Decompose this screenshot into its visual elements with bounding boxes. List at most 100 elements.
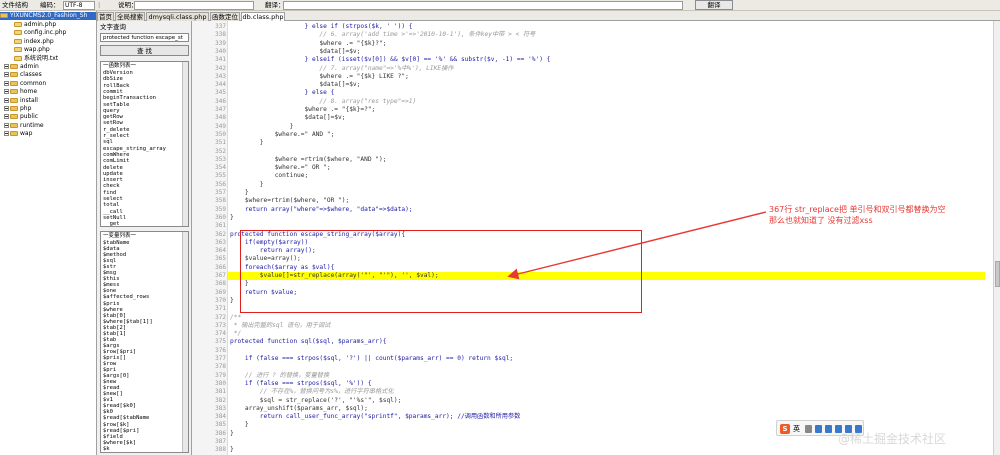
code-line[interactable]: } — [230, 189, 249, 197]
code-line[interactable]: // 8. array("res type"=>1) — [230, 98, 416, 106]
tree-folder-item[interactable]: install — [4, 97, 38, 105]
code-line[interactable]: protected function sql($sql, $params_arr… — [230, 338, 386, 346]
expand-icon[interactable] — [4, 106, 9, 111]
expand-icon[interactable] — [4, 89, 9, 95]
editor-scrollbar[interactable] — [993, 21, 1000, 455]
code-line[interactable]: } — [230, 421, 249, 429]
tree-folder-item[interactable]: common — [4, 80, 46, 88]
code-line[interactable]: $data[]=$v; — [230, 114, 346, 122]
code-line[interactable]: $where =rtrim($where, "AND "); — [230, 156, 387, 164]
code-line[interactable]: return array("where"=>$where, "data"=>$d… — [230, 206, 413, 214]
code-line[interactable]: // 7. array("name"=>'%中%'), LIKE操作 — [230, 65, 453, 73]
variable-list[interactable]: 一变量列表一 $tabName $data $method $sql $str $msg $t… — [100, 231, 189, 453]
line-number: 363 — [215, 238, 226, 246]
folder-icon — [10, 64, 18, 69]
line-number: 344 — [215, 81, 226, 89]
code-line[interactable]: } elseif (isset($v[0]) && $v[0] == '%' &… — [230, 56, 551, 64]
code-line[interactable]: * 输出完整的sql 语句，用于调试 — [230, 322, 331, 330]
function-list-scrollbar[interactable] — [182, 62, 188, 226]
function-list-item[interactable]: __get — [103, 221, 120, 226]
code-line[interactable]: if (false === strpos($sql, '%')) { — [230, 380, 372, 388]
code-line[interactable]: if (false === strpos($sql, '?') || count… — [230, 355, 513, 363]
code-line[interactable]: } — [230, 123, 294, 131]
keyboard-icon[interactable] — [825, 425, 832, 433]
search-button[interactable]: 查 找 — [100, 45, 189, 56]
expand-icon[interactable] — [4, 131, 9, 137]
code-line[interactable]: $data[]=$v; — [230, 81, 360, 89]
search-input[interactable]: protected function escape_st — [100, 33, 189, 42]
file-structure-label[interactable]: 文件结构 — [2, 1, 28, 10]
code-line[interactable]: /** — [230, 314, 241, 322]
explain-field[interactable] — [134, 1, 254, 10]
expand-icon[interactable] — [4, 72, 9, 78]
translate-button[interactable]: 翻译 — [695, 0, 733, 10]
code-line[interactable]: continue; — [230, 172, 309, 180]
tree-folder-item[interactable]: wap — [4, 130, 32, 138]
line-number: 352 — [215, 147, 226, 155]
code-line[interactable]: } — [230, 297, 234, 305]
tab-global-search[interactable]: 全局搜索 — [115, 12, 145, 21]
expand-icon[interactable] — [4, 64, 9, 69]
tab-home[interactable]: 首页 — [97, 12, 114, 21]
variable-list-item[interactable]: $k — [103, 446, 110, 452]
line-number: 347 — [215, 106, 226, 113]
code-line[interactable]: } — [230, 181, 264, 189]
code-line[interactable]: array_unshift($params_arr, $sql); — [230, 405, 368, 413]
line-number: 359 — [215, 205, 226, 213]
variable-list-scrollbar[interactable] — [182, 232, 188, 452]
file-icon — [14, 30, 22, 36]
expand-icon[interactable] — [4, 97, 9, 103]
code-line[interactable]: // 不存在%，替换问号为s%，进行字符串格式化 — [230, 388, 394, 396]
code-line[interactable]: $where .= "{$k} LIKE ?"; — [230, 73, 408, 81]
line-number: 338 — [215, 31, 226, 39]
tab-function-locate[interactable]: 函数定位 — [210, 12, 240, 21]
code-line[interactable]: } — [230, 446, 234, 454]
code-line[interactable]: // 6. array('add time >'=>'2010-10-1'), … — [230, 31, 535, 39]
editor-scrollbar-thumb[interactable] — [995, 261, 1000, 287]
tree-root[interactable]: YIXUNCMS2.0_Fashion_Sh — [0, 12, 96, 20]
code-line[interactable]: */ — [230, 330, 241, 338]
code-line[interactable]: $sql = str_replace('?', "'%s'", $sql); — [230, 397, 402, 405]
code-line[interactable]: } — [230, 430, 234, 438]
tree-file-item[interactable]: 系统说明.txt — [14, 55, 58, 63]
tree-file-item[interactable]: config.inc.php — [14, 29, 66, 37]
expand-icon[interactable] — [4, 114, 9, 120]
code-line[interactable]: return call_user_func_array("sprintf", $… — [230, 413, 521, 421]
tree-folder-item[interactable]: runtime — [4, 122, 44, 130]
translate-label: 翻译： — [265, 1, 285, 9]
code-line[interactable]: } — [230, 214, 234, 222]
code-line[interactable]: $data[]=$v; — [230, 48, 360, 56]
tree-folder-item[interactable]: php — [4, 105, 31, 113]
expand-icon[interactable] — [4, 80, 9, 86]
function-list[interactable]: 一函数列表一 dbVersion dbSize rollBack commit begin… — [100, 61, 189, 227]
line-number: 380 — [215, 379, 226, 387]
mic-icon[interactable] — [815, 425, 822, 433]
tree-file-item[interactable]: wap.php — [14, 46, 50, 54]
translate-field[interactable] — [283, 1, 683, 10]
code-line[interactable]: } — [230, 139, 264, 147]
line-number: 368 — [215, 280, 226, 288]
tree-folder-item[interactable]: public — [4, 113, 38, 121]
code-line[interactable]: } else { — [230, 89, 335, 97]
tree-folder-item[interactable]: classes — [4, 71, 42, 79]
tree-file-item[interactable]: admin.php — [14, 21, 56, 29]
encoding-select[interactable]: UTF-8 — [63, 1, 95, 10]
line-number: 337 — [215, 23, 226, 30]
code-line[interactable]: // 进行 ? 的替换，变量替换 — [230, 372, 329, 380]
code-line[interactable]: $where.=" OR "; — [230, 164, 331, 172]
line-number: 351 — [215, 139, 226, 147]
line-number: 339 — [215, 39, 226, 47]
tab-dmysqli[interactable]: dmysqli.class.php — [146, 12, 209, 21]
tree-folder-item[interactable]: home — [4, 88, 37, 96]
code-line[interactable]: $where=rtrim($where, "OR "); — [230, 197, 349, 205]
code-line[interactable]: } else if (strpos($k, ' ')) { — [230, 23, 413, 31]
tree-folder-item[interactable]: admin — [4, 63, 39, 71]
expand-icon[interactable] — [4, 122, 9, 128]
code-line[interactable]: $where .= "{$k}?"; — [230, 40, 386, 48]
ime-mode-label[interactable]: 英 — [793, 424, 800, 434]
tree-file-item[interactable]: index.php — [14, 38, 54, 46]
punctuation-icon[interactable] — [805, 425, 812, 433]
line-number: 341 — [215, 56, 226, 64]
code-line[interactable]: $where .= "{$k}=?"; — [230, 106, 376, 114]
code-line[interactable]: $where.=" AND "; — [230, 131, 335, 139]
